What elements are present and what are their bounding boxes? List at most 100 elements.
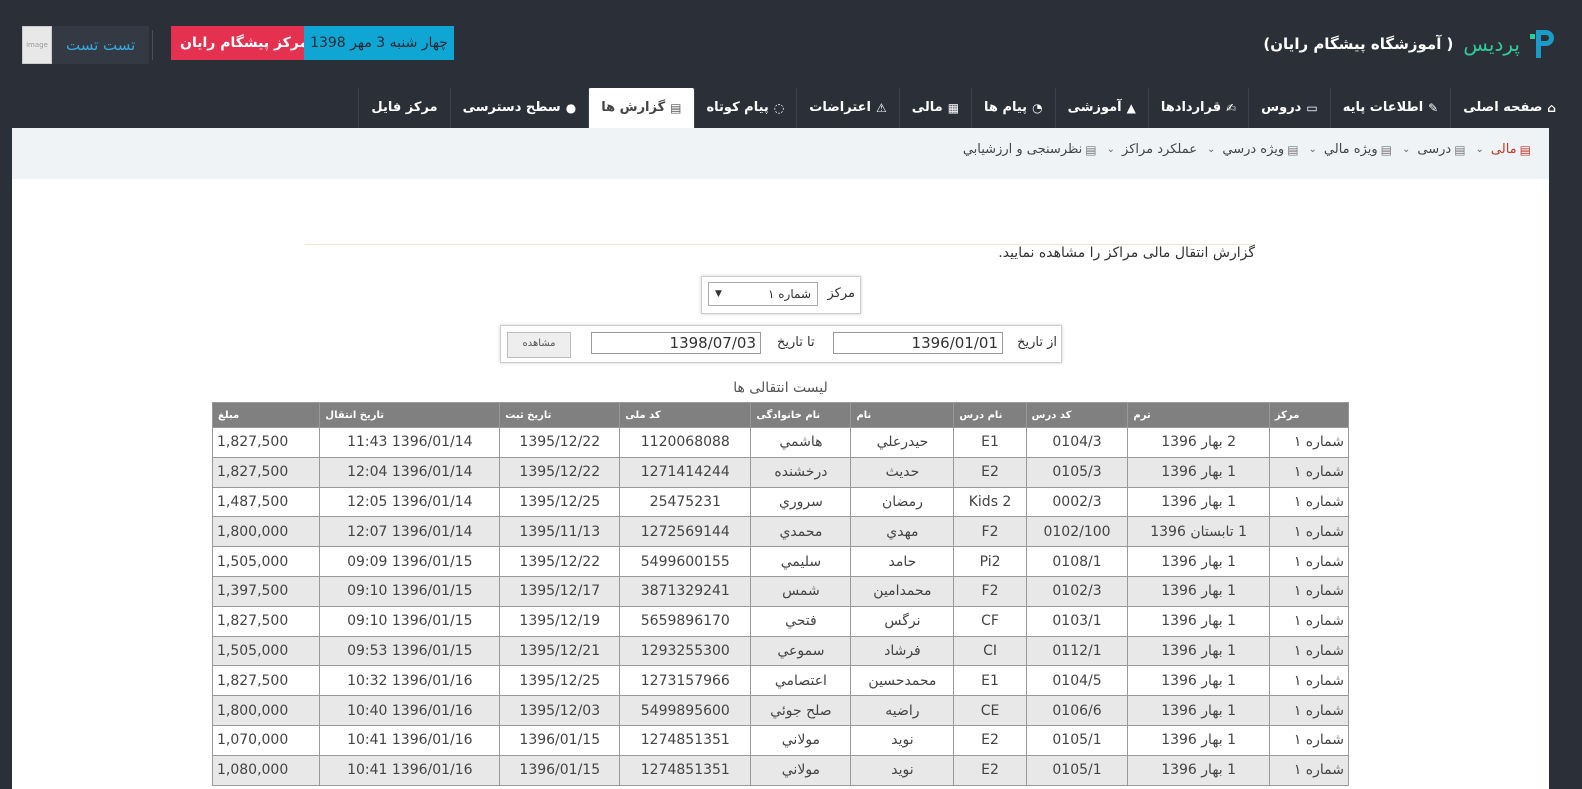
cell-first-name: حامد: [850, 546, 955, 577]
cell-first-name: محمدحسين: [850, 665, 955, 697]
chevron-down-icon: ⌄: [1402, 144, 1411, 155]
cell-first-name: نرگس: [850, 605, 955, 637]
cell-national-id: 25475231: [619, 486, 752, 518]
cell-term: 1 تابستان 1396: [1127, 516, 1270, 548]
table-row: شماره ١1 بهار 1396 0102/3 F2 محمدامين شمس 387…: [211, 575, 1350, 607]
nav-base-info[interactable]: ✎ اطلاعات پایه: [1329, 88, 1451, 128]
cell-last-name: محمدي: [750, 516, 852, 548]
column-header-last-name[interactable]: نام خانوادگی: [750, 402, 852, 428]
nav-reports[interactable]: ▤ گزارش ها: [588, 88, 694, 128]
nav-objections[interactable]: ⚠ اعتراضات: [796, 88, 898, 128]
cell-course-name: F2: [953, 516, 1027, 548]
calculator-icon: ▦: [947, 101, 960, 115]
cell-term: 1 بهار 1396: [1127, 754, 1270, 786]
list-title: لیست انتقالی ها: [733, 380, 828, 396]
main-nav: ⌂ صفحه اصلی ✎ اطلاعات پایه ▭ دروس ✍ قرارداده…: [358, 88, 1568, 128]
nav-label: سطح دسترسی: [462, 100, 561, 115]
nav-messages[interactable]: ◔ پیام ها: [971, 88, 1055, 128]
chevron-down-icon: ⌄: [1308, 144, 1317, 155]
cell-last-name: سروري: [750, 486, 852, 518]
subnav-special-education[interactable]: ▤ ويژه درسي ⌄: [1207, 142, 1299, 157]
cell-last-name: شمس: [750, 575, 852, 607]
table-row: شماره ١1 بهار 1396 0105/1 E2 نويد مولاني 1274…: [211, 724, 1350, 756]
column-header-transfer-date[interactable]: تاریخ انتقال: [319, 402, 501, 428]
nav-education[interactable]: ▲ آموزشی: [1054, 88, 1148, 128]
cell-course-code: 0105/3: [1025, 456, 1129, 488]
date-badge: چهار شنبه 3 مهر 1398: [304, 26, 454, 60]
cell-national-id: 5499600155: [619, 546, 752, 577]
document-icon: ▤: [1519, 142, 1531, 157]
cell-course-code: 0105/1: [1025, 724, 1129, 756]
center-badge[interactable]: مركز پيشگام رايان: [171, 26, 318, 60]
cell-register-date: 1395/12/03: [499, 695, 621, 726]
nav-label: پیام ها: [984, 100, 1028, 115]
nav-label: صفحه اصلی: [1463, 100, 1543, 115]
cell-term: 1 بهار 1396: [1127, 486, 1270, 518]
column-header-center[interactable]: مرکز: [1268, 402, 1350, 428]
nav-home[interactable]: ⌂ صفحه اصلی: [1450, 88, 1568, 128]
avatar[interactable]: image: [22, 26, 52, 64]
column-header-register-date[interactable]: تاریخ ثبت: [499, 402, 621, 428]
nav-label: پیام کوتاه: [706, 100, 769, 115]
cell-last-name: مولاني: [750, 754, 852, 786]
cell-register-date: 1395/12/17: [499, 575, 621, 607]
cell-amount: 1,070,000: [211, 724, 321, 756]
nav-finance[interactable]: ▦ مالی: [898, 88, 971, 128]
cell-center: شماره ١: [1268, 486, 1350, 518]
cell-first-name: نويد: [850, 724, 955, 756]
cell-transfer-date: 1396/01/14 12:05: [319, 486, 501, 518]
cell-course-name: CE: [953, 695, 1027, 726]
brand-name: پرديس: [1463, 32, 1520, 56]
brand[interactable]: پرديس ( آموزشگاه پيشگام رايان): [1263, 28, 1556, 60]
nav-sms[interactable]: ◌ پیام کوتاه: [693, 88, 797, 128]
cell-course-name: CI: [953, 635, 1027, 667]
cell-transfer-date: 1396/01/15 09:10: [319, 575, 501, 607]
from-date-input[interactable]: 1396/01/01: [833, 332, 1003, 354]
column-header-course-name[interactable]: نام درس: [953, 402, 1027, 428]
column-header-first-name[interactable]: نام: [850, 402, 955, 428]
nav-label: آموزشی: [1067, 100, 1122, 115]
cell-register-date: 1395/12/22: [499, 456, 621, 488]
center-select[interactable]: شماره ١ ▼: [708, 282, 818, 306]
cell-register-date: 1395/12/22: [499, 546, 621, 577]
edit-icon: ✍: [1226, 101, 1237, 115]
chevron-down-icon: ⌄: [1206, 144, 1216, 155]
cell-transfer-date: 1396/01/15 09:53: [319, 635, 501, 667]
subnav-center-performance[interactable]: عملكرد مراكز ⌄: [1107, 142, 1197, 157]
cell-last-name: اعتصامي: [750, 665, 852, 697]
subnav-education[interactable]: ▤ درسی ⌄: [1402, 142, 1466, 157]
cell-last-name: مولاني: [750, 724, 852, 756]
subnav-survey[interactable]: ▤ نظرسنجی و ارزشيابي: [963, 142, 1097, 157]
cell-course-code: 0106/6: [1025, 695, 1129, 726]
cell-register-date: 1395/12/21: [499, 635, 621, 667]
nav-access-level[interactable]: ● سطح دسترسی: [449, 88, 589, 128]
subnav-special-finance[interactable]: ▤ ويژه مالي ⌄: [1309, 142, 1392, 157]
cell-register-date: 1395/12/19: [499, 605, 621, 637]
cell-course-code: 0108/1: [1025, 546, 1129, 577]
cell-course-code: 0104/5: [1025, 665, 1129, 697]
pardis-logo-icon: [1530, 30, 1554, 58]
user-name[interactable]: تست تست: [52, 26, 150, 64]
nav-file-center[interactable]: مرکز فایل: [358, 88, 449, 128]
cell-course-code: 0002/3: [1025, 486, 1129, 518]
cell-course-name: Pi2: [953, 546, 1027, 577]
folder-icon: ▭: [1306, 101, 1318, 115]
warning-icon: ⚠: [875, 101, 887, 115]
cell-last-name: فتحي: [750, 605, 852, 637]
column-header-course-code[interactable]: کد درس: [1025, 402, 1129, 428]
column-header-national-id[interactable]: کد ملی: [619, 402, 752, 428]
subnav-label: درسی: [1417, 142, 1452, 157]
transfers-table: مرکز ترم کد درس نام درس نام نام خانوادگی کد مل…: [211, 402, 1350, 786]
cell-transfer-date: 1396/01/16 10:40: [319, 695, 501, 726]
nav-contracts[interactable]: ✍ قراردادها: [1147, 88, 1248, 128]
subnav-finance[interactable]: ▤ مالی ⌄: [1476, 142, 1531, 157]
top-bar: پرديس ( آموزشگاه پيشگام رايان) image تست…: [0, 0, 1582, 88]
cell-register-date: 1395/11/13: [499, 516, 621, 548]
to-date-input[interactable]: 1398/07/03: [591, 332, 761, 354]
column-header-term[interactable]: ترم: [1127, 402, 1270, 428]
column-header-amount[interactable]: مبلغ: [211, 402, 321, 428]
nav-courses[interactable]: ▭ دروس: [1248, 88, 1330, 128]
view-button[interactable]: مشاهده: [507, 332, 571, 358]
user-menu[interactable]: image تست تست: [22, 26, 150, 64]
dropdown-arrow-icon: ▼: [715, 289, 722, 299]
